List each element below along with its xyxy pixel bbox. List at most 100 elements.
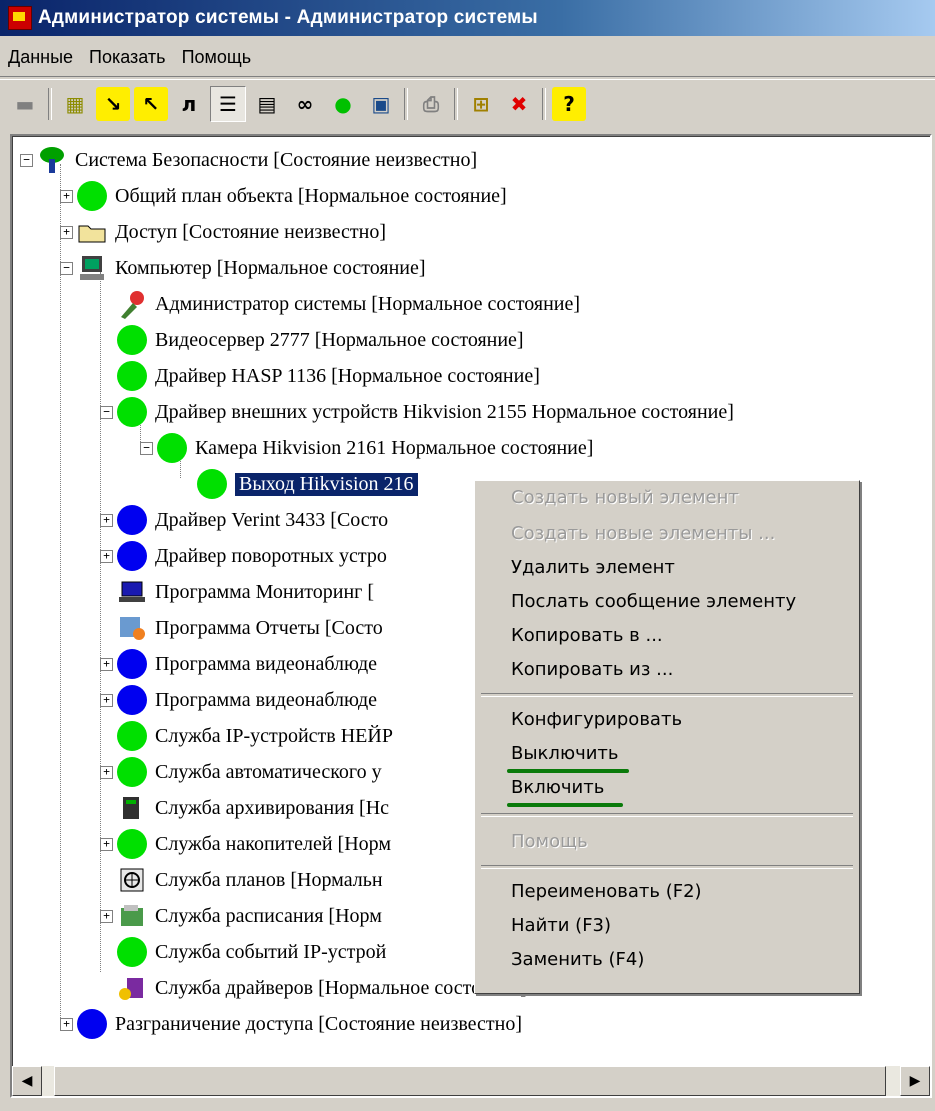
- green-circle-icon: [197, 469, 227, 499]
- tree-item-label: Драйвер поворотных устро: [155, 544, 387, 567]
- expand-icon[interactable]: +: [60, 225, 73, 239]
- folder-icon: [77, 217, 107, 247]
- tree-item[interactable]: + Доступ [Состояние неизвестно]: [60, 214, 386, 250]
- grid-dots-icon[interactable]: ▦: [58, 87, 92, 121]
- tree-item[interactable]: + Программа видеонаблюде: [100, 682, 377, 718]
- menu-item-delete[interactable]: Удалить элемент: [511, 551, 675, 583]
- tree-item-label: Выход Hikvision 216: [235, 472, 418, 496]
- blue-circle-icon: [117, 541, 147, 571]
- expand-icon[interactable]: +: [60, 1017, 73, 1031]
- menu-item-enable[interactable]: Включить: [511, 771, 604, 803]
- window-title: Администратор системы - Администратор си…: [38, 7, 538, 28]
- tree-item-label: Программа видеонаблюде: [155, 652, 377, 675]
- tree-item-selected[interactable]: Выход Hikvision 216: [180, 466, 418, 502]
- tree-item-label: Драйвер HASP 1136 [Нормальное состояние]: [155, 364, 540, 387]
- tree-item[interactable]: Служба драйверов [Нормальное состояние]: [100, 970, 527, 1006]
- scroll-left-icon[interactable]: ◀: [12, 1066, 42, 1096]
- arrow-out-icon[interactable]: ↖: [134, 87, 168, 121]
- binoculars-icon[interactable]: ∞: [288, 87, 322, 121]
- tree-item[interactable]: Служба архивирования [Нс: [100, 790, 389, 826]
- menu-item-configure[interactable]: Конфигурировать: [511, 703, 682, 735]
- menu-item-help[interactable]: Помощь: [511, 825, 588, 857]
- collapse-icon[interactable]: −: [20, 153, 33, 167]
- expand-icon[interactable]: +: [100, 513, 113, 527]
- green-circle-icon: [77, 181, 107, 211]
- arrow-in-icon[interactable]: ↘: [96, 87, 130, 121]
- menu-item-rename[interactable]: Переименовать (F2): [511, 875, 702, 907]
- tree-item[interactable]: + Драйвер Verint 3433 [Состо: [100, 502, 388, 538]
- expand-icon[interactable]: +: [100, 693, 113, 707]
- tree-item[interactable]: + Программа видеонаблюде: [100, 646, 377, 682]
- collapse-icon[interactable]: −: [60, 261, 73, 275]
- print-icon[interactable]: ⎙: [414, 87, 448, 121]
- tree-item[interactable]: + Служба расписания [Норм: [100, 898, 382, 934]
- menu-item-disable[interactable]: Выключить: [511, 737, 619, 769]
- archive-icon: [117, 793, 147, 823]
- scroll-right-icon[interactable]: ▶: [900, 1066, 930, 1096]
- tree-item-label: Служба архивирования [Нс: [155, 796, 390, 819]
- scrollbar-thumb[interactable]: [54, 1066, 886, 1096]
- green-circle-icon: [117, 721, 147, 751]
- save-icon[interactable]: ▬: [8, 87, 42, 121]
- tree-item[interactable]: − Система Безопасности [Состояние неизве…: [20, 142, 477, 178]
- tree-item-label: Видеосервер 2777 [Нормальное состояние]: [155, 328, 524, 351]
- menu-item-create-new[interactable]: Создать новый элемент: [511, 481, 739, 513]
- tree-item[interactable]: + Разграничение доступа [Состояние неизв…: [60, 1006, 522, 1042]
- tree-item[interactable]: − Камера Hikvision 2161 Нормальное состо…: [140, 430, 593, 466]
- monitor-icon[interactable]: ▣: [364, 87, 398, 121]
- expand-icon[interactable]: +: [60, 189, 73, 203]
- expand-icon[interactable]: +: [100, 909, 113, 923]
- letter-l-icon[interactable]: л: [172, 87, 206, 121]
- highlight-underline: [507, 803, 623, 807]
- expand-icon[interactable]: +: [100, 549, 113, 563]
- menu-help[interactable]: Помощь: [174, 47, 260, 68]
- tree-item[interactable]: − Драйвер внешних устройств Hikvision 21…: [100, 394, 734, 430]
- tree-item[interactable]: Драйвер HASP 1136 [Нормальное состояние]: [100, 358, 540, 394]
- menu-item-find[interactable]: Найти (F3): [511, 909, 611, 941]
- computer-icon: [77, 253, 107, 283]
- tree-item-label: Общий план объекта [Нормальное состояние…: [115, 184, 507, 207]
- menu-divider: [0, 76, 935, 80]
- tree-item[interactable]: + Служба автоматического у: [100, 754, 382, 790]
- tree-item[interactable]: − Компьютер [Нормальное состояние]: [60, 250, 426, 286]
- menu-data[interactable]: Данные: [0, 47, 81, 68]
- tree-item[interactable]: Служба планов [Нормальн: [100, 862, 383, 898]
- title-bar[interactable]: Администратор системы - Администратор си…: [0, 0, 935, 36]
- tree-item[interactable]: Служба IP-устройств НЕЙР: [100, 718, 393, 754]
- horizontal-scrollbar[interactable]: ◀ ▶: [12, 1066, 930, 1096]
- menu-separator: [481, 865, 853, 869]
- toolbar-separator: [404, 88, 408, 120]
- menu-item-copy-from[interactable]: Копировать из ...: [511, 653, 673, 685]
- report-icon: [117, 613, 147, 643]
- delete-node-icon[interactable]: ✖: [502, 87, 536, 121]
- tree-item[interactable]: Программа Мониторинг [: [100, 574, 374, 610]
- collapse-icon[interactable]: −: [100, 405, 113, 419]
- toolbar-separator: [454, 88, 458, 120]
- tree-item[interactable]: Администратор системы [Нормальное состоя…: [100, 286, 580, 322]
- menu-item-replace[interactable]: Заменить (F4): [511, 943, 644, 975]
- list-details-icon[interactable]: ☰: [210, 86, 246, 122]
- tree-item[interactable]: + Общий план объекта [Нормальное состоян…: [60, 178, 507, 214]
- tree-item-label: Доступ [Состояние неизвестно]: [115, 220, 387, 243]
- expand-icon[interactable]: +: [100, 837, 113, 851]
- system-tree-icon: [37, 145, 67, 175]
- add-node-icon[interactable]: ⊞: [464, 87, 498, 121]
- table-icon[interactable]: ▤: [250, 87, 284, 121]
- drivers-icon: [117, 973, 147, 1003]
- menu-show[interactable]: Показать: [81, 47, 174, 68]
- expand-icon[interactable]: +: [100, 765, 113, 779]
- tree-item[interactable]: + Драйвер поворотных устро: [100, 538, 387, 574]
- tree-item-label: Служба событий IP-устрой: [155, 940, 387, 963]
- menu-item-send-message[interactable]: Послать сообщение элементу: [511, 585, 796, 617]
- tree-item[interactable]: + Служба накопителей [Норм: [100, 826, 391, 862]
- menu-item-copy-to[interactable]: Копировать в ...: [511, 619, 663, 651]
- collapse-icon[interactable]: −: [140, 441, 153, 455]
- menu-bar: Данные Показать Помощь: [0, 40, 935, 74]
- tree-item[interactable]: Видеосервер 2777 [Нормальное состояние]: [100, 322, 524, 358]
- help-icon[interactable]: ?: [552, 87, 586, 121]
- tree-item[interactable]: Программа Отчеты [Состо: [100, 610, 383, 646]
- expand-icon[interactable]: +: [100, 657, 113, 671]
- start-icon[interactable]: ●: [326, 87, 360, 121]
- tree-item[interactable]: Служба событий IP-устрой: [100, 934, 386, 970]
- menu-item-create-many[interactable]: Создать новые элементы ...: [511, 517, 775, 549]
